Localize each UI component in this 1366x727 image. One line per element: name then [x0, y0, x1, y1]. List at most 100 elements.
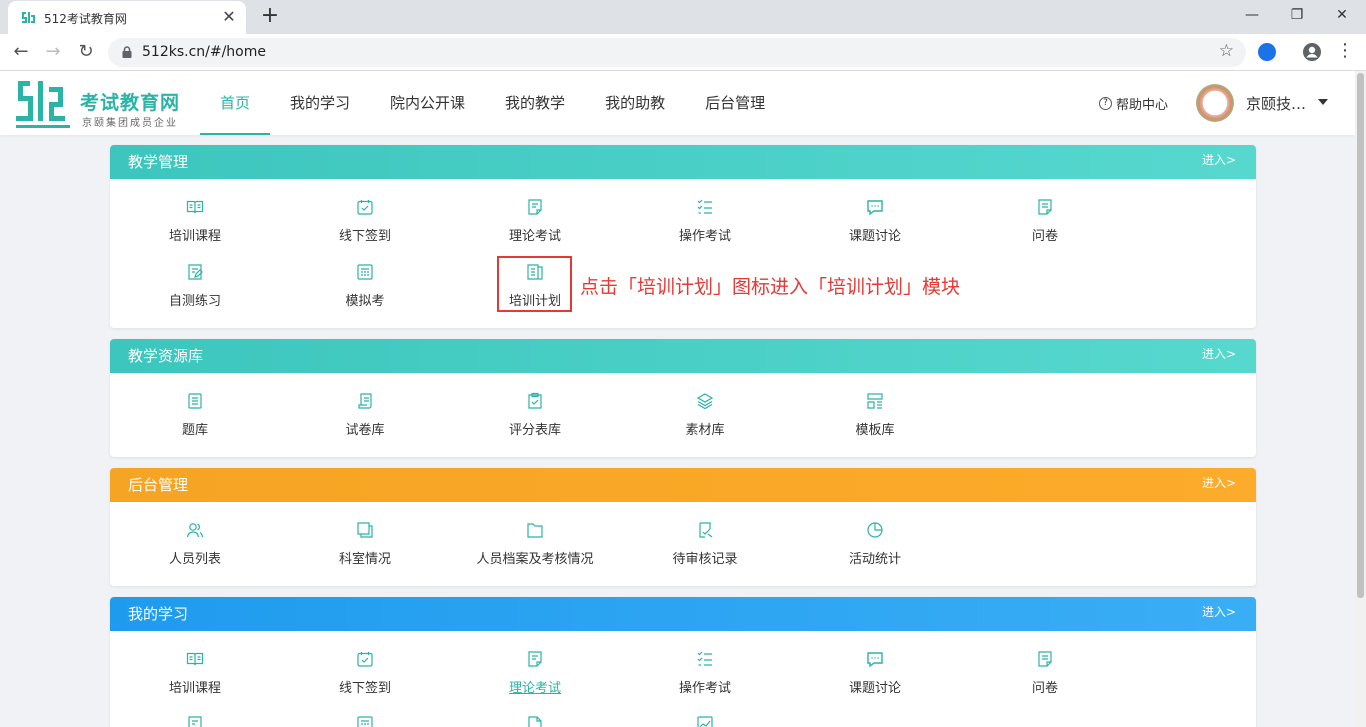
url-text: 512ks.cn/#/home — [142, 44, 266, 60]
grid-item-theory-exam[interactable]: 理论考试 — [450, 650, 620, 696]
help-label: 帮助中心 — [1116, 98, 1169, 113]
bookmark-star-icon[interactable]: ☆ — [1219, 41, 1234, 61]
nav-admin[interactable]: 后台管理 — [685, 71, 785, 135]
grid-label: 人员档案及考核情况 — [476, 552, 594, 567]
panel-header: 我的学习 进入> — [110, 597, 1256, 631]
panel-header: 教学资源库 进入> — [110, 339, 1256, 373]
grid-item-topic-discussion[interactable]: 课题讨论 — [790, 198, 960, 244]
site-favicon-icon — [22, 12, 35, 23]
grid-item-material-bank[interactable]: 素材库 — [620, 392, 790, 438]
nav-home[interactable]: 首页 — [200, 71, 271, 135]
grid-item-template-bank[interactable]: 模板库 — [790, 392, 960, 438]
enter-link[interactable]: 进入> — [1202, 339, 1236, 369]
grid-item-mock-exam[interactable]: 模拟考 — [280, 263, 450, 309]
restore-icon[interactable]: ❐ — [1285, 4, 1309, 26]
grid-label: 理论考试 — [508, 229, 561, 244]
grid-item-offline-signin[interactable]: 线下签到 — [280, 198, 450, 244]
question-icon: ? — [1099, 97, 1112, 110]
grid-label: 科室情况 — [338, 552, 391, 567]
browser-menu-icon[interactable]: ⋮ — [1336, 40, 1354, 61]
grid-label: 待审核记录 — [672, 552, 738, 567]
close-window-icon[interactable]: ✕ — [1330, 4, 1354, 26]
site-logo-icon[interactable] — [14, 75, 74, 131]
grid-item-operation-exam[interactable]: 操作考试 — [620, 650, 790, 696]
enter-link[interactable]: 进入> — [1202, 145, 1236, 175]
grid-item-training-course[interactable]: 培训课程 — [110, 650, 280, 696]
grid-item-questionnaire[interactable]: 问卷 — [960, 198, 1130, 244]
grid-label: 试卷库 — [345, 423, 385, 438]
lock-icon — [122, 46, 132, 58]
browser-tab[interactable]: 512考试教育网 ✕ — [8, 1, 246, 34]
practice-icon — [188, 264, 203, 280]
grid-item-department-status[interactable]: 科室情况 — [280, 521, 450, 567]
highlight-box — [497, 256, 572, 312]
users-icon — [186, 523, 204, 538]
chat-icon — [867, 200, 883, 216]
grid-label: 评分表库 — [508, 423, 561, 438]
user-name[interactable]: 京颐技… — [1246, 93, 1306, 114]
grid-label: 线下签到 — [338, 229, 391, 244]
chat-icon — [867, 652, 883, 668]
grid-item-self-test[interactable] — [110, 715, 280, 727]
close-tab-icon[interactable]: ✕ — [220, 8, 238, 26]
grid-item-trend[interactable] — [620, 715, 790, 727]
minimize-icon[interactable]: — — [1240, 4, 1264, 26]
practice-icon — [188, 716, 202, 727]
page-scrollbar[interactable] — [1355, 71, 1366, 727]
main-nav: 首页 我的学习 院内公开课 我的教学 我的助教 后台管理 — [200, 71, 785, 135]
grid-item-theory-exam[interactable]: 理论考试 — [450, 198, 620, 244]
logo-title: 考试教育网 — [80, 92, 181, 114]
nav-my-learning[interactable]: 我的学习 — [270, 71, 370, 135]
grid-label: 问卷 — [1031, 681, 1058, 696]
grid-item-personnel-records[interactable]: 人员档案及考核情况 — [450, 521, 620, 567]
grid-item-self-test[interactable]: 自测练习 — [110, 263, 280, 309]
grid-item-mock-exam[interactable] — [280, 715, 450, 727]
clipboard-check-icon — [528, 392, 542, 409]
template-icon — [867, 393, 883, 409]
nav-my-assistant[interactable]: 我的助教 — [585, 71, 685, 135]
grid-item-question-bank[interactable]: 题库 — [110, 392, 280, 438]
enter-link[interactable]: 进入> — [1202, 468, 1236, 498]
grid-label: 理论考试 — [508, 681, 561, 696]
panel-teaching-resources: 教学资源库 进入> 题库 试卷库 评分表库 素材库 模板库 — [110, 339, 1256, 457]
chevron-down-icon[interactable] — [1318, 99, 1328, 105]
grid-item-offline-signin[interactable]: 线下签到 — [280, 650, 450, 696]
browser-tab-bar: 512考试教育网 ✕ + — ❐ ✕ — [0, 0, 1366, 34]
document-edit-icon — [528, 651, 542, 667]
help-center-link[interactable]: ? 帮助中心 — [1099, 94, 1168, 113]
grid-item-topic-discussion[interactable]: 课题讨论 — [790, 650, 960, 696]
back-icon[interactable]: ← — [8, 40, 34, 64]
forward-icon[interactable]: → — [40, 40, 66, 64]
grid-item-questionnaire[interactable]: 问卷 — [960, 650, 1130, 696]
panel-my-learning: 我的学习 进入> 培训课程 线下签到 理论考试 操作考试 课题讨论 问卷 — [110, 597, 1256, 727]
grid-label: 线下签到 — [338, 681, 391, 696]
grid-item-paper-bank[interactable]: 试卷库 — [280, 392, 450, 438]
grid-item-document[interactable] — [450, 715, 620, 727]
grid-item-scoring-sheets[interactable]: 评分表库 — [450, 392, 620, 438]
grid-item-operation-exam[interactable]: 操作考试 — [620, 198, 790, 244]
nav-my-teaching[interactable]: 我的教学 — [485, 71, 585, 135]
panel-header: 后台管理 进入> — [110, 468, 1256, 502]
grid-item-training-course[interactable]: 培训课程 — [110, 198, 280, 244]
avatar[interactable] — [1196, 84, 1234, 122]
reload-icon[interactable]: ↻ — [73, 40, 99, 64]
enter-link[interactable]: 进入> — [1202, 597, 1236, 627]
grid-label: 素材库 — [685, 423, 725, 438]
calendar-check-icon — [357, 652, 373, 667]
url-field[interactable]: 512ks.cn/#/home ☆ — [108, 38, 1246, 67]
grid-label: 题库 — [181, 423, 208, 438]
grid-label: 自测练习 — [168, 294, 221, 309]
panel-admin: 后台管理 进入> 人员列表 科室情况 人员档案及考核情况 待审核记录 活动统计 — [110, 468, 1256, 586]
grid-item-activity-stats[interactable]: 活动统计 — [790, 521, 960, 567]
scrollbar-thumb[interactable] — [1357, 73, 1364, 598]
grid-item-pending-review[interactable]: 待审核记录 — [620, 521, 790, 567]
profile-icon[interactable] — [1302, 42, 1322, 62]
paper-icon — [358, 393, 372, 409]
new-tab-icon[interactable]: + — [258, 5, 282, 29]
mock-exam-icon — [357, 716, 373, 727]
nav-public-courses[interactable]: 院内公开课 — [370, 71, 485, 135]
grid-item-personnel-list[interactable]: 人员列表 — [110, 521, 280, 567]
extension-icon[interactable] — [1258, 43, 1276, 61]
panel-title: 后台管理 — [128, 476, 189, 494]
review-icon — [699, 522, 713, 538]
